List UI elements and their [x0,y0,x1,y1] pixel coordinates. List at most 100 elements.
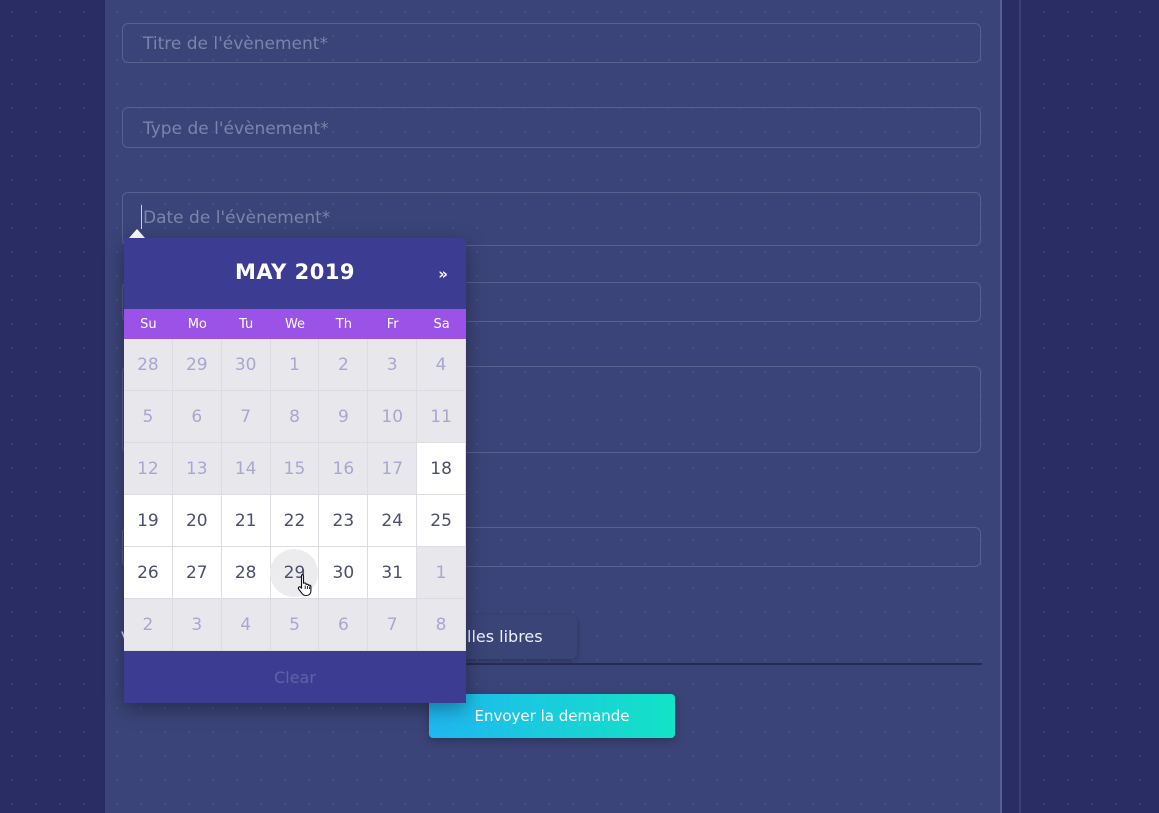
datepicker-month-title[interactable]: MAY 2019 [124,260,466,284]
day-number: 17 [381,458,404,479]
day-cell: 3 [172,599,222,651]
day-number: 21 [234,510,257,531]
hand-cursor-icon [297,573,312,597]
day-cell[interactable]: 27 [172,547,222,599]
day-cell: 7 [368,599,418,651]
event-title-field[interactable]: Titre de l'évènement* [122,23,981,63]
day-number: 11 [430,406,452,427]
datepicker-clear-button[interactable]: Clear [124,651,466,703]
day-number: 4 [435,354,447,375]
day-cell[interactable]: 22 [270,495,320,547]
day-number: 26 [137,562,159,583]
day-cell: 30 [221,339,271,391]
day-number: 8 [289,406,300,427]
day-number: 7 [240,406,252,427]
day-number: 29 [185,354,208,375]
text-caret [141,205,142,229]
day-number: 12 [137,458,159,479]
day-number: 2 [142,614,154,635]
datepicker-pointer [129,229,145,238]
day-cell[interactable]: 21 [221,495,271,547]
weekday-sa: Sa [433,316,450,332]
day-cell[interactable]: 24 [368,495,418,547]
weekday-fr: Fr [386,316,399,332]
day-cell[interactable]: 30 [319,547,369,599]
day-number: 8 [435,614,447,635]
day-cell: 12 [124,443,173,495]
day-cell[interactable]: 26 [124,547,173,599]
day-number: 1 [289,354,300,375]
day-number: 10 [381,406,404,427]
day-cell: 11 [417,391,466,443]
day-cell: 14 [221,443,271,495]
day-number: 25 [430,510,452,531]
datepicker-day-grid: 28 29 30 1 2 3 4 5 6 7 8 9 10 11 12 13 14 15 16 17 18 19 20 21 2… [124,339,466,651]
day-cell: 8 [270,391,320,443]
weekday-we: We [284,316,306,332]
day-number: 6 [337,614,349,635]
day-cell[interactable]: 25 [417,495,466,547]
day-cell: 5 [124,391,173,443]
day-number: 6 [191,406,203,427]
day-cell: 3 [368,339,418,391]
day-number: 22 [283,510,306,531]
day-cell: 7 [221,391,271,443]
event-title-placeholder: Titre de l'évènement* [143,34,328,54]
day-cell[interactable]: 20 [172,495,222,547]
day-number: 30 [234,354,257,375]
event-type-placeholder: Type de l'évènement* [143,119,329,139]
day-cell: 29 [172,339,222,391]
day-number: 7 [386,614,398,635]
next-month-button[interactable]: » [438,265,448,283]
weekday-header: Su Mo Tu We Th Fr Sa [124,309,466,339]
day-cell: 13 [172,443,222,495]
day-number: 18 [430,458,452,479]
day-number: 3 [386,354,398,375]
day-number: 9 [337,406,349,427]
day-cell[interactable]: 23 [319,495,369,547]
day-cell: 4 [417,339,466,391]
weekday-tu: Tu [239,316,254,332]
day-number: 15 [283,458,306,479]
day-number: 19 [137,510,159,531]
day-cell: 2 [124,599,173,651]
datepicker-header: MAY 2019 » [124,238,466,309]
day-cell[interactable]: 19 [124,495,173,547]
day-cell: 1 [270,339,320,391]
day-cell: 9 [319,391,369,443]
day-number: 13 [185,458,208,479]
day-number: 23 [332,510,355,531]
day-number: 4 [240,614,252,635]
day-cell: 17 [368,443,418,495]
day-cell: 5 [270,599,320,651]
day-cell[interactable]: 18 [417,443,466,495]
day-cell: 6 [319,599,369,651]
day-cell: 4 [221,599,271,651]
day-number: 20 [185,510,208,531]
day-number: 5 [142,406,154,427]
day-number: 14 [234,458,257,479]
day-cell: 16 [319,443,369,495]
weekday-mo: Mo [187,316,207,332]
free-rooms-label: lles libres [467,627,543,646]
divider [466,663,982,665]
day-cell[interactable]: 31 [368,547,418,599]
day-number: 31 [381,562,404,583]
scroll-track [1019,0,1021,813]
datepicker: MAY 2019 » Su Mo Tu We Th Fr Sa 28 29 30 1 2 3 4 5 6 7 8… [124,238,466,703]
day-number: 30 [332,562,355,583]
day-cell: 1 [417,547,466,599]
day-number: 28 [234,562,257,583]
day-cell: 6 [172,391,222,443]
day-number: 3 [191,614,203,635]
day-cell: 2 [319,339,369,391]
day-number: 5 [289,614,300,635]
day-cell: 8 [417,599,466,651]
day-cell: 10 [368,391,418,443]
day-number: 16 [332,458,355,479]
day-cell: 28 [124,339,173,391]
day-number: 28 [137,354,159,375]
day-cell: 15 [270,443,320,495]
day-cell[interactable]: 28 [221,547,271,599]
event-type-field[interactable]: Type de l'évènement* [122,107,981,148]
